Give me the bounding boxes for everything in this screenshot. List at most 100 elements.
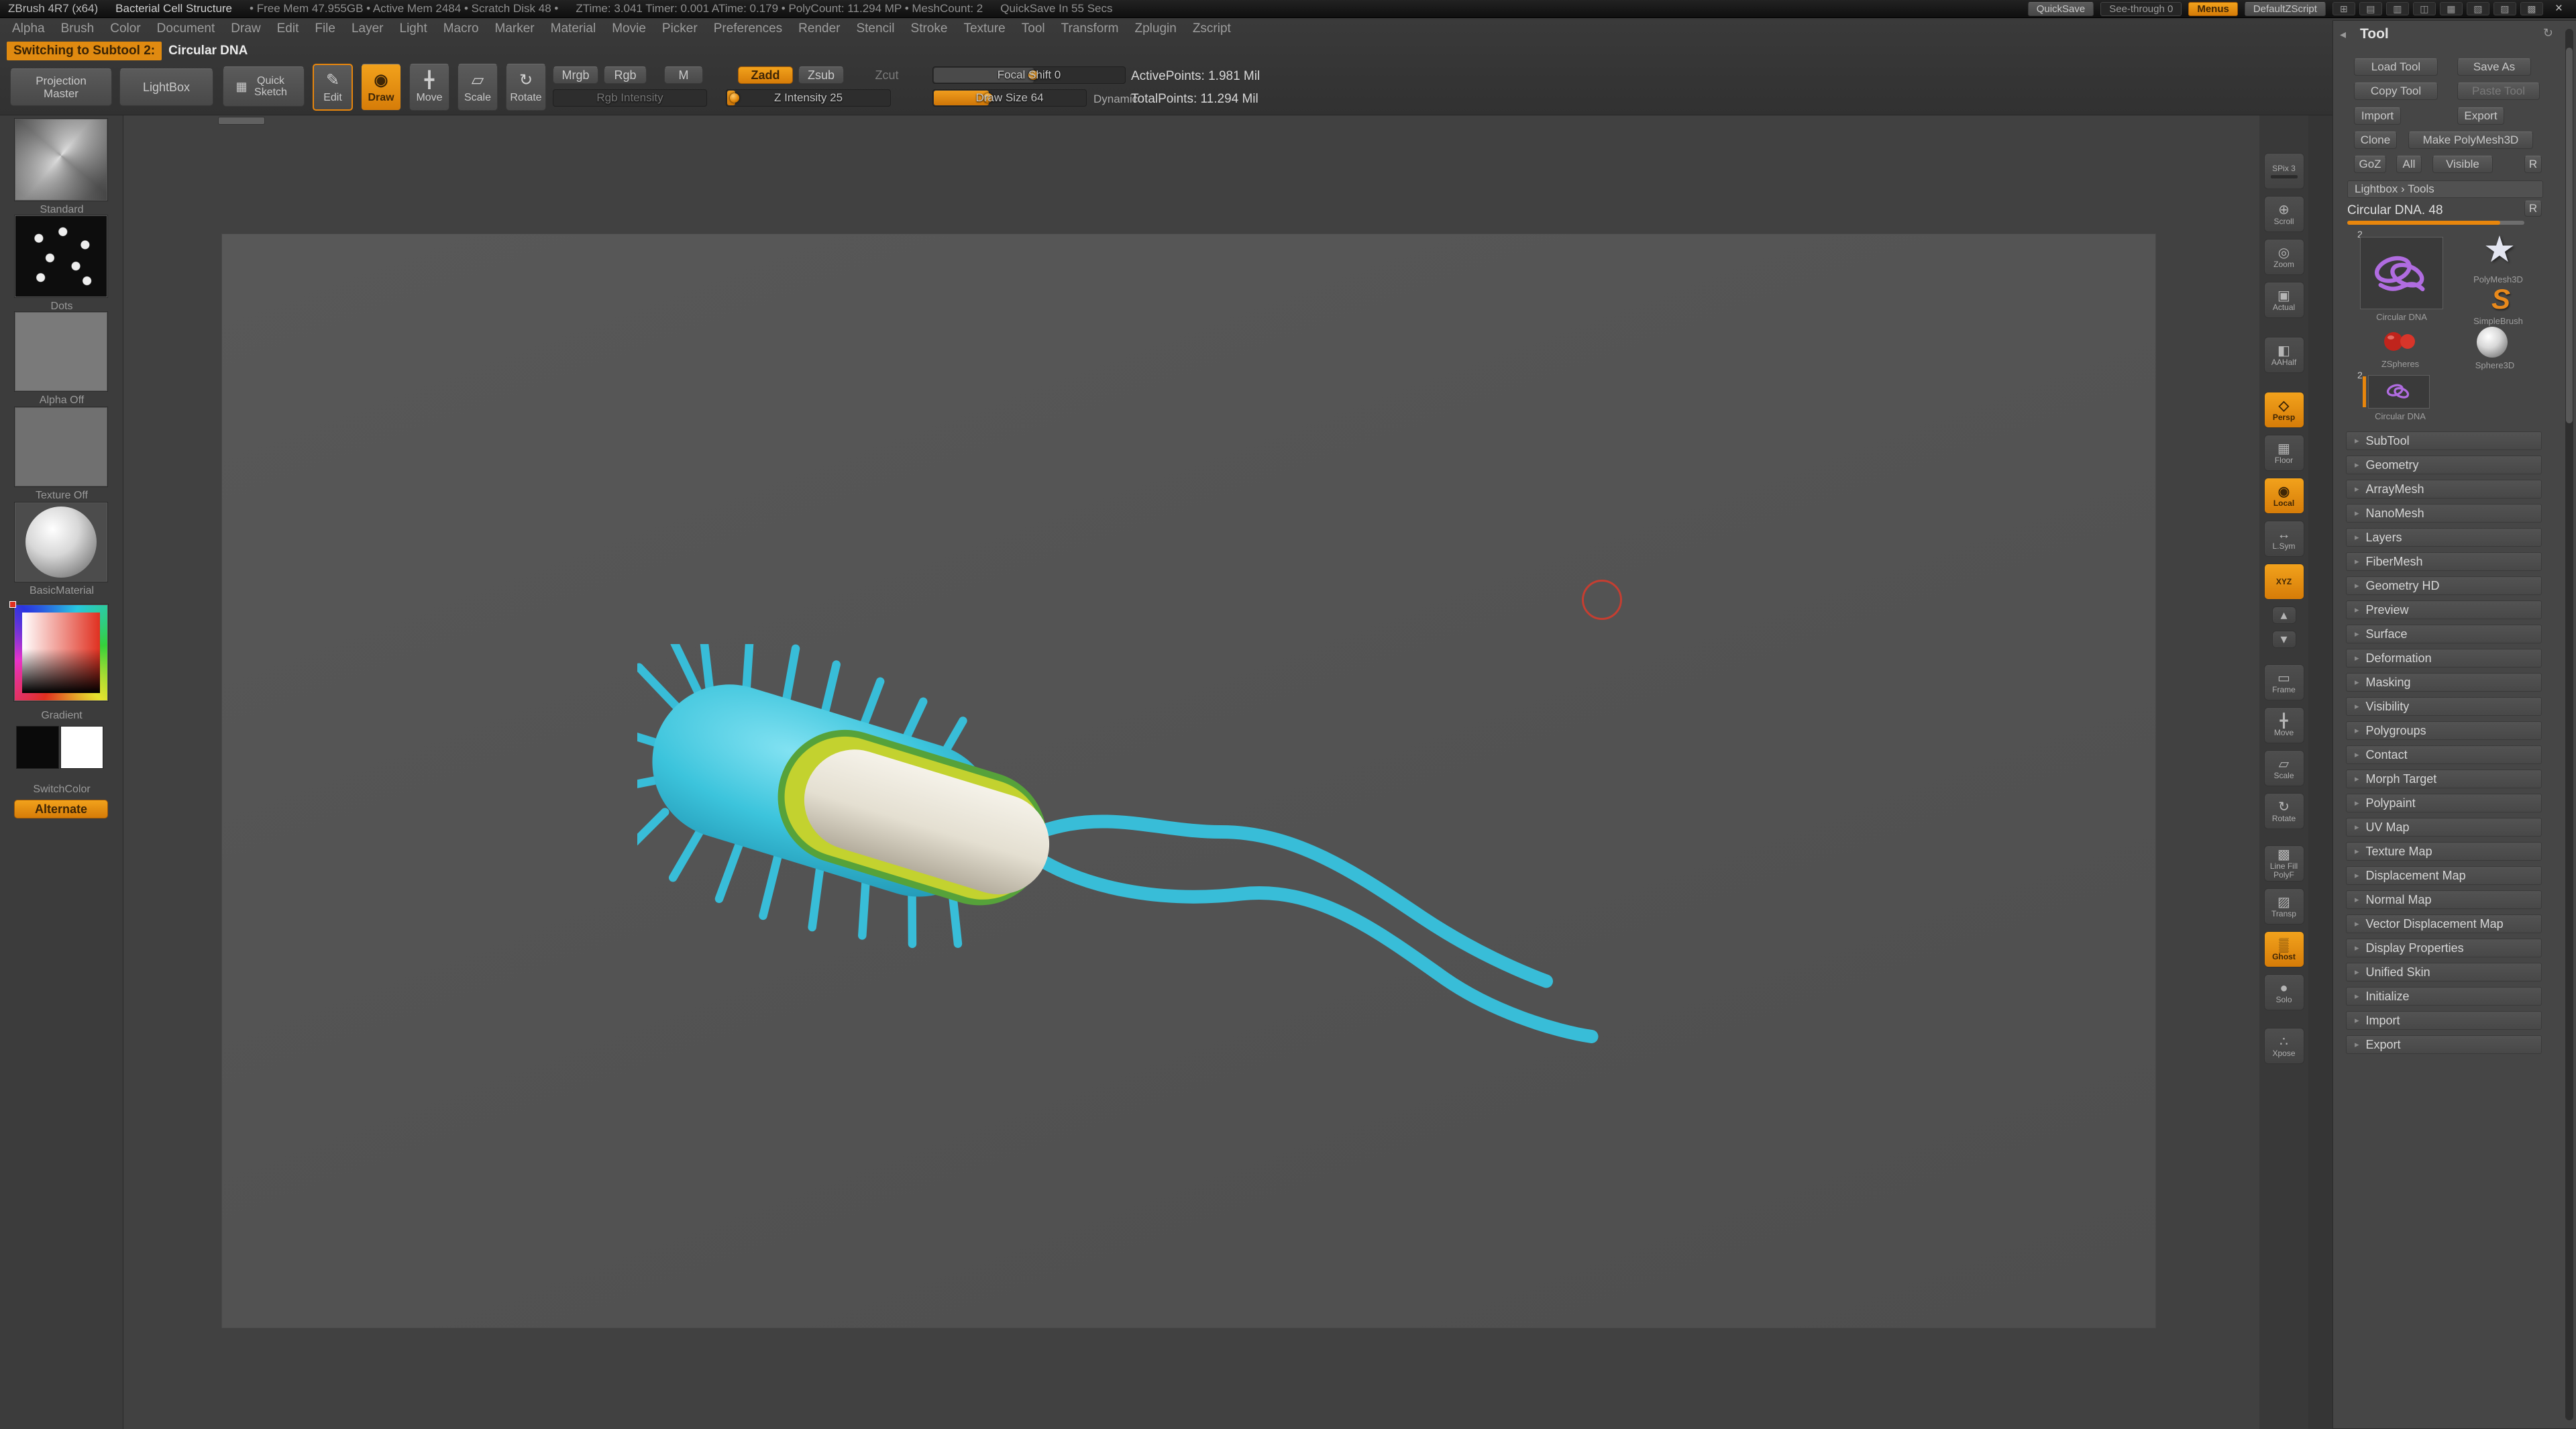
right-shelf-button[interactable]: ╋ Move (2263, 707, 2304, 743)
menu-item[interactable]: Transform (1053, 21, 1127, 36)
tool-section[interactable]: ▸ Preview (2346, 600, 2542, 619)
menu-item[interactable]: Zplugin (1126, 21, 1184, 36)
copy-tool-button[interactable]: Copy Tool (2354, 83, 2438, 100)
tool-section[interactable]: ▸ Vector Displacement Map (2346, 914, 2542, 933)
menu-item[interactable]: Material (543, 21, 604, 36)
menu-item[interactable]: Macro (435, 21, 487, 36)
paste-tool-button[interactable]: Paste Tool (2457, 83, 2540, 100)
tool-section[interactable]: ▸ NanoMesh (2346, 504, 2542, 523)
canvas-scroll-handle[interactable] (218, 117, 265, 125)
color-sv-square[interactable] (22, 613, 100, 693)
lightbox-button[interactable]: LightBox (119, 68, 213, 106)
refresh-icon[interactable]: ↻ (2543, 26, 2553, 40)
mode-button[interactable]: ◉ Draw (361, 64, 401, 111)
right-shelf-button[interactable]: ◉ Local (2263, 478, 2304, 514)
menu-item[interactable]: Document (149, 21, 223, 36)
right-shelf-button[interactable]: ▒ Ghost (2263, 931, 2304, 967)
r-button[interactable]: R (2524, 156, 2542, 173)
window-icon[interactable]: ▨ (2493, 2, 2516, 15)
texture-selector[interactable] (14, 407, 108, 487)
menu-item[interactable]: Render (790, 21, 848, 36)
tool-section[interactable]: ▸ Geometry (2346, 456, 2542, 474)
tool-section[interactable]: ▸ ArrayMesh (2346, 480, 2542, 498)
menu-item[interactable]: Layer (343, 21, 392, 36)
main-color-swatch[interactable] (16, 726, 59, 769)
mode-button[interactable]: ╋ Move (409, 64, 449, 111)
goz-visible-button[interactable]: Visible (2432, 156, 2493, 173)
mrgb-button[interactable]: Mrgb (553, 66, 598, 84)
right-shelf-button[interactable]: XYZ (2263, 564, 2304, 600)
focal-shift-slider[interactable]: Focal Shift 0 (932, 66, 1126, 84)
right-shelf-button[interactable]: ∴ Xpose (2263, 1028, 2304, 1064)
menu-item[interactable]: Preferences (706, 21, 790, 36)
right-shelf-button[interactable]: ◇ Persp (2263, 392, 2304, 428)
goz-button[interactable]: GoZ (2354, 156, 2386, 173)
right-shelf-button[interactable]: ▴ (2271, 606, 2296, 624)
panel-scrollbar[interactable] (2565, 29, 2573, 1420)
window-icon[interactable]: ▩ (2520, 2, 2543, 15)
tool-section[interactable]: ▸ FiberMesh (2346, 552, 2542, 571)
slider-knob[interactable] (730, 93, 740, 103)
close-icon[interactable]: × (2550, 1, 2568, 16)
tool-section[interactable]: ▸ Export (2346, 1035, 2542, 1054)
menu-item[interactable]: Stencil (848, 21, 902, 36)
rgb-button[interactable]: Rgb (604, 66, 647, 84)
right-shelf-button[interactable]: ▭ Frame (2263, 664, 2304, 700)
right-shelf-button[interactable]: ↻ Rotate (2263, 793, 2304, 829)
menu-item[interactable]: Texture (955, 21, 1013, 36)
brush-selector[interactable] (14, 118, 108, 201)
tool-slot-slider[interactable] (2347, 221, 2524, 225)
tool-section[interactable]: ▸ Masking (2346, 673, 2542, 692)
tool-section[interactable]: ▸ UV Map (2346, 818, 2542, 837)
window-icon[interactable]: ▦ (2439, 2, 2463, 15)
right-shelf-button[interactable]: ◧ AAHalf (2263, 337, 2304, 373)
projection-master-button[interactable]: Projection Master (10, 68, 112, 106)
tool-section[interactable]: ▸ Visibility (2346, 697, 2542, 716)
tool-r-button[interactable]: R (2524, 201, 2542, 217)
tool-section[interactable]: ▸ Morph Target (2346, 770, 2542, 788)
window-icon[interactable]: ▧ (2466, 2, 2489, 15)
tool-thumb-simplebrush[interactable]: S (2483, 283, 2518, 315)
right-shelf-button[interactable]: ▾ (2271, 631, 2296, 648)
menu-item[interactable]: Edit (269, 21, 307, 36)
mode-button[interactable]: ↻ Rotate (506, 64, 546, 111)
menu-item[interactable]: Picker (654, 21, 706, 36)
quick-pick-thumb[interactable] (2368, 375, 2430, 409)
menu-item[interactable]: Light (392, 21, 435, 36)
menus-button[interactable]: Menus (2188, 1, 2238, 16)
tool-section[interactable]: ▸ Texture Map (2346, 842, 2542, 861)
clone-button[interactable]: Clone (2354, 131, 2397, 149)
right-shelf-button[interactable]: ▩ Line Fill PolyF (2263, 845, 2304, 882)
tool-section[interactable]: ▸ Surface (2346, 625, 2542, 643)
stroke-selector[interactable] (14, 215, 108, 298)
import-button[interactable]: Import (2354, 107, 2401, 125)
tool-thumb-circular-dna[interactable] (2360, 237, 2443, 309)
menu-item[interactable]: Stroke (903, 21, 956, 36)
right-shelf-button[interactable]: ▣ Actual (2263, 282, 2304, 318)
make-polymesh3d-button[interactable]: Make PolyMesh3D (2408, 131, 2533, 149)
menu-item[interactable]: Alpha (4, 21, 53, 36)
quicksave-button[interactable]: QuickSave (2027, 1, 2094, 16)
tool-section[interactable]: ▸ Displacement Map (2346, 866, 2542, 885)
menu-item[interactable]: Draw (223, 21, 268, 36)
save-as-button[interactable]: Save As (2457, 58, 2531, 76)
tool-section[interactable]: ▸ Polypaint (2346, 794, 2542, 812)
right-shelf-button[interactable]: ◎ Zoom (2263, 239, 2304, 275)
tool-section[interactable]: ▸ Unified Skin (2346, 963, 2542, 982)
menu-item[interactable]: Tool (1014, 21, 1053, 36)
rgb-intensity-slider[interactable]: Rgb Intensity (553, 89, 707, 107)
tool-thumb-zspheres[interactable] (2380, 327, 2420, 356)
window-icon[interactable]: ◫ (2412, 2, 2436, 15)
right-shelf-button[interactable]: ▨ Transp (2263, 888, 2304, 924)
menu-item[interactable]: Zscript (1185, 21, 1239, 36)
tool-section[interactable]: ▸ Initialize (2346, 987, 2542, 1006)
see-through-slider[interactable]: See-through 0 (2100, 1, 2182, 16)
alternate-button[interactable]: Alternate (14, 800, 108, 818)
tool-section[interactable]: ▸ Contact (2346, 745, 2542, 764)
right-shelf-button[interactable]: ● Solo (2263, 974, 2304, 1010)
zsub-button[interactable]: Zsub (798, 66, 844, 84)
tool-section[interactable]: ▸ SubTool (2346, 431, 2542, 450)
export-button[interactable]: Export (2457, 107, 2504, 125)
window-icon[interactable]: ⊞ (2332, 2, 2355, 15)
right-shelf-button[interactable]: ⊕ Scroll (2263, 196, 2304, 232)
